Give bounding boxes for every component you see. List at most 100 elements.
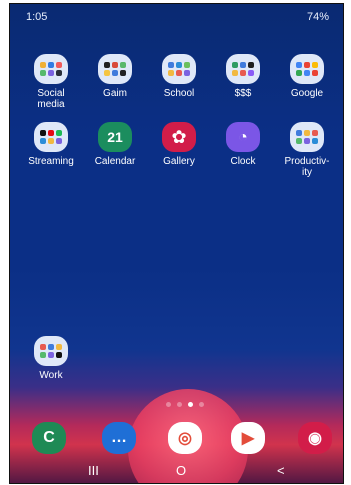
app-mini-icon	[112, 62, 118, 68]
app-label: School	[163, 88, 195, 99]
app-mini-icon	[184, 62, 190, 68]
app-mini-icon	[176, 62, 182, 68]
app-mini-icon	[296, 70, 302, 76]
app-mini-icon	[304, 70, 310, 76]
app-label: Gallery	[163, 156, 195, 167]
app-mini-icon	[232, 70, 238, 76]
folder-icon	[98, 54, 132, 84]
app-mini-icon	[168, 70, 174, 76]
app-mini-icon	[48, 138, 54, 144]
app-mini-icon	[312, 62, 318, 68]
back-button[interactable]: <	[277, 463, 285, 478]
phone-screen: 1:05 74% Social media Gaim School $$$ Google S…	[9, 3, 344, 484]
folder-icon	[290, 122, 324, 152]
app-mini-icon	[40, 344, 46, 350]
play-store-icon[interactable]: ▶	[231, 422, 265, 454]
app-mini-icon	[48, 130, 54, 136]
home-app-calendar[interactable]: 21 Calendar	[84, 122, 146, 167]
app-mini-icon	[296, 62, 302, 68]
status-bar: 1:05 74%	[10, 4, 343, 28]
app-mini-icon	[48, 344, 54, 350]
folder-icon	[226, 54, 260, 84]
folder-icon	[34, 336, 68, 366]
app-mini-icon	[312, 130, 318, 136]
page-dot	[199, 401, 204, 407]
app-label: Calendar	[94, 156, 136, 167]
app-label: Work	[39, 370, 63, 381]
folder-icon	[34, 122, 68, 152]
app-mini-icon	[48, 70, 54, 76]
page-dot	[166, 401, 171, 407]
app-mini-icon	[240, 70, 246, 76]
app-mini-icon	[312, 70, 318, 76]
home-app-social-media[interactable]: Social media	[20, 54, 82, 110]
app-label: Productiv-ity	[284, 156, 330, 178]
app-mini-icon	[40, 138, 46, 144]
battery-percent: 74%	[306, 11, 329, 23]
home-app-work[interactable]: Work	[20, 336, 82, 381]
status-time: 1:05	[26, 11, 48, 23]
app-label: Social media	[37, 88, 65, 110]
page-indicator	[166, 399, 208, 409]
app-mini-icon	[312, 138, 318, 144]
home-app-school[interactable]: School	[148, 54, 210, 99]
messages-icon[interactable]: …	[102, 422, 136, 454]
home-app-[interactable]: $$$	[212, 54, 274, 99]
app-mini-icon	[184, 70, 190, 76]
home-app-gallery[interactable]: ✿ Gallery	[148, 122, 210, 167]
app-mini-icon	[104, 62, 110, 68]
app-label: Google	[290, 88, 324, 99]
page-dot-active	[188, 401, 193, 407]
app-mini-icon	[240, 62, 246, 68]
home-button[interactable]: O	[176, 463, 186, 478]
app-mini-icon	[304, 130, 310, 136]
app-label: Clock	[230, 156, 256, 167]
recent-apps-button[interactable]: III	[88, 463, 99, 478]
chrome-icon[interactable]: ◎	[168, 422, 202, 454]
app-mini-icon	[56, 130, 62, 136]
app-label: Gaim	[103, 88, 127, 99]
app-mini-icon	[40, 70, 46, 76]
app-dock: C … ◎ ▶ ◉	[10, 422, 343, 460]
app-mini-icon	[304, 62, 310, 68]
app-mini-icon	[176, 70, 182, 76]
calendar-icon: 21	[98, 122, 132, 152]
home-app-gaim[interactable]: Gaim	[84, 54, 146, 99]
page-dot	[177, 401, 182, 407]
app-mini-icon	[48, 352, 54, 358]
app-mini-icon	[112, 70, 118, 76]
app-mini-icon	[56, 138, 62, 144]
app-label: Streaming	[28, 156, 74, 167]
folder-icon	[290, 54, 324, 84]
camera-icon[interactable]: ◉	[298, 422, 332, 454]
app-mini-icon	[56, 70, 62, 76]
phone-icon[interactable]: C	[32, 422, 66, 454]
app-mini-icon	[120, 62, 126, 68]
app-mini-icon	[296, 138, 302, 144]
clock-icon: ◔	[226, 122, 260, 152]
app-mini-icon	[248, 70, 254, 76]
navigation-bar: III O <	[10, 461, 343, 483]
app-mini-icon	[40, 352, 46, 358]
folder-icon	[34, 54, 68, 84]
home-app-productiv-ity[interactable]: Productiv-ity	[276, 122, 338, 178]
app-mini-icon	[120, 70, 126, 76]
app-label: $$$	[234, 88, 252, 99]
app-mini-icon	[168, 62, 174, 68]
app-mini-icon	[304, 138, 310, 144]
app-mini-icon	[104, 70, 110, 76]
app-mini-icon	[48, 62, 54, 68]
gallery-icon: ✿	[162, 122, 196, 152]
folder-icon	[162, 54, 196, 84]
home-app-google[interactable]: Google	[276, 54, 338, 99]
app-mini-icon	[248, 62, 254, 68]
home-app-streaming[interactable]: Streaming	[20, 122, 82, 167]
app-mini-icon	[56, 62, 62, 68]
app-mini-icon	[40, 62, 46, 68]
app-mini-icon	[296, 130, 302, 136]
app-mini-icon	[56, 344, 62, 350]
app-mini-icon	[56, 352, 62, 358]
app-mini-icon	[40, 130, 46, 136]
home-app-clock[interactable]: ◔ Clock	[212, 122, 274, 167]
app-mini-icon	[232, 62, 238, 68]
